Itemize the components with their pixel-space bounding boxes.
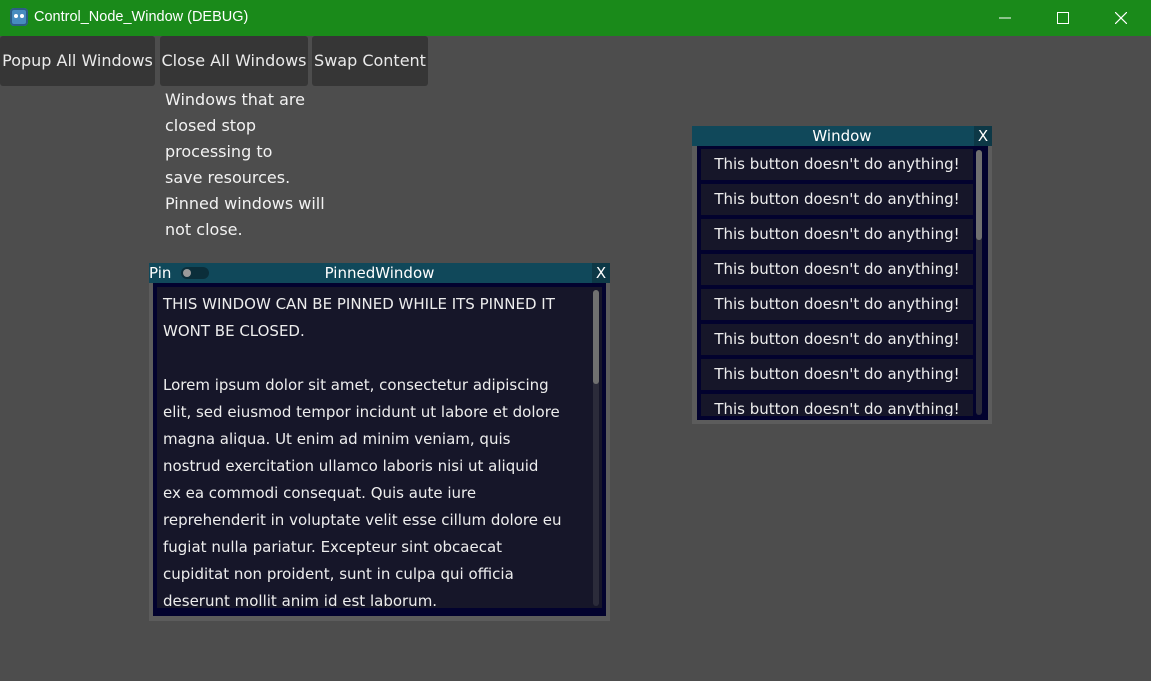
list-window-title-bar[interactable]: Window	[692, 126, 992, 146]
minimize-button[interactable]	[976, 0, 1034, 36]
list-button[interactable]: This button doesn't do anything!	[701, 324, 973, 355]
close-all-windows-button[interactable]: Close All Windows	[160, 36, 308, 86]
pin-toggle-knob	[183, 269, 191, 277]
swap-content-button[interactable]: Swap Content	[312, 36, 428, 86]
os-title-bar[interactable]: Control_Node_Window (DEBUG)	[0, 0, 1151, 36]
list-window-scrollbar[interactable]	[976, 150, 982, 415]
list-button[interactable]: This button doesn't do anything!	[701, 394, 973, 416]
pinned-window-close-button[interactable]: X	[592, 263, 610, 283]
pinned-window-title-bar[interactable]: PinnedWindow Pin	[149, 263, 610, 283]
list-button[interactable]: This button doesn't do anything!	[701, 219, 973, 250]
list-window-title: Window	[812, 127, 872, 145]
window-title: Control_Node_Window (DEBUG)	[34, 9, 249, 25]
minimize-icon	[999, 17, 1011, 19]
popup-all-windows-button[interactable]: Popup All Windows	[0, 36, 155, 86]
list-button[interactable]: This button doesn't do anything!	[701, 289, 973, 320]
pinned-window-text-panel[interactable]: THIS WINDOW CAN BE PINNED WHILE ITS PINN…	[157, 287, 602, 608]
list-button[interactable]: This button doesn't do anything!	[701, 359, 973, 390]
list-window-close-button[interactable]: X	[974, 126, 992, 146]
list-button[interactable]: This button doesn't do anything!	[701, 149, 973, 180]
pinned-window-text: THIS WINDOW CAN BE PINNED WHILE ITS PINN…	[163, 295, 562, 608]
info-label: Windows that are closed stop processing …	[165, 90, 325, 239]
list-window-scroll-area[interactable]: This button doesn't do anything! This bu…	[701, 149, 973, 416]
pinned-window-scrollbar[interactable]	[593, 290, 599, 606]
list-window-scroll-thumb[interactable]	[976, 150, 982, 240]
maximize-button[interactable]	[1034, 0, 1092, 36]
close-window-button[interactable]	[1092, 0, 1150, 36]
godot-icon	[10, 8, 28, 26]
close-icon	[1115, 12, 1127, 24]
maximize-icon	[1057, 12, 1069, 24]
list-button[interactable]: This button doesn't do anything!	[701, 254, 973, 285]
pinned-window-title: PinnedWindow	[324, 264, 435, 282]
pin-toggle[interactable]	[181, 267, 209, 279]
list-button[interactable]: This button doesn't do anything!	[701, 184, 973, 215]
pin-label: Pin	[149, 264, 172, 282]
pinned-window-scroll-thumb[interactable]	[593, 290, 599, 384]
